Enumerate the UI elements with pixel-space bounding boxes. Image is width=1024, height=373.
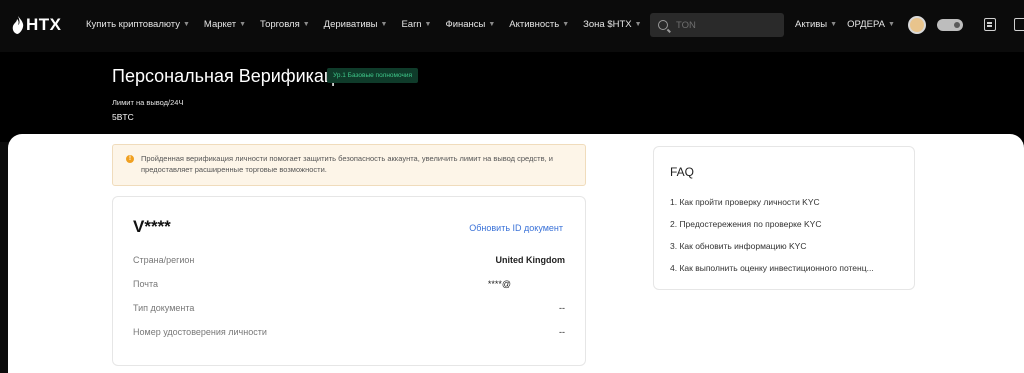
chevron-down-icon: ▼ <box>182 21 190 28</box>
download-icon[interactable] <box>1014 18 1024 31</box>
faq-panel: FAQ 1. Как пройти проверку личности KYC … <box>653 146 915 290</box>
menu-label: Зона $HTX <box>583 19 632 30</box>
row-value: ****@ <box>487 279 511 289</box>
verification-header: Персональная Верификация Ур.1 Базовые по… <box>0 52 1024 142</box>
menu-htx-zone[interactable]: Зона $HTX ▼ <box>583 19 641 30</box>
menu-label: ОРДЕРА <box>847 19 885 30</box>
main-content: ! Пройденная верификация личности помога… <box>8 134 1024 373</box>
row-value: -- <box>559 303 565 313</box>
menu-label: Активы <box>795 19 828 30</box>
verification-notice: ! Пройденная верификация личности помога… <box>112 144 586 186</box>
menu-label: Деривативы <box>323 19 378 30</box>
info-row-email: Почта ****@ <box>133 279 565 289</box>
menu-assets[interactable]: Активы ▼ <box>795 19 837 30</box>
chevron-down-icon: ▼ <box>488 21 496 28</box>
avatar[interactable] <box>908 16 926 34</box>
menu-label: Торговля <box>260 19 300 30</box>
faq-item[interactable]: 4. Как выполнить оценку инвестиционного … <box>670 263 906 273</box>
page-title: Персональная Верификация <box>112 66 355 86</box>
info-row-id-number: Номер удостоверения личности -- <box>133 327 565 337</box>
menu-label: Earn <box>401 19 422 30</box>
search-box[interactable] <box>650 13 784 37</box>
withdraw-limit-label: Лимит на вывод/24Ч <box>112 98 184 107</box>
menu-buy-crypto[interactable]: Купить криптовалюту ▼ <box>86 19 190 30</box>
htx-logo[interactable]: HTX <box>12 15 62 35</box>
chevron-down-icon: ▼ <box>380 21 388 28</box>
row-value: -- <box>559 327 565 337</box>
faq-item[interactable]: 3. Как обновить информацию KYC <box>670 241 906 251</box>
warning-icon: ! <box>126 155 134 163</box>
user-name: V**** <box>133 217 171 236</box>
info-row-country: Страна/регион United Kingdom <box>133 255 565 265</box>
row-label: Тип документа <box>133 303 195 313</box>
account-menu: Активы ▼ ОРДЕРА ▼ <box>795 19 905 30</box>
top-navigation: HTX Купить криптовалюту ▼ Маркет ▼ Торговл… <box>0 0 1024 52</box>
menu-label: Купить криптовалюту <box>86 19 180 30</box>
withdraw-limit-value: 5BTC <box>112 112 134 122</box>
chevron-down-icon: ▼ <box>887 21 895 28</box>
brand-name: HTX <box>26 15 62 34</box>
chevron-down-icon: ▼ <box>830 21 838 28</box>
search-input[interactable] <box>676 19 776 31</box>
row-label: Почта <box>133 279 158 289</box>
menu-market[interactable]: Маркет ▼ <box>204 19 246 30</box>
menu-finance[interactable]: Финансы ▼ <box>445 19 495 30</box>
menu-orders[interactable]: ОРДЕРА ▼ <box>847 19 895 30</box>
menu-derivatives[interactable]: Деривативы ▼ <box>324 19 388 30</box>
chevron-down-icon: ▼ <box>239 21 247 28</box>
chevron-down-icon: ▼ <box>634 21 642 28</box>
menu-earn[interactable]: Earn ▼ <box>401 19 431 30</box>
update-id-document-link[interactable]: Обновить ID документ <box>469 223 563 233</box>
chevron-down-icon: ▼ <box>302 21 310 28</box>
menu-activity[interactable]: Активность ▼ <box>509 19 569 30</box>
menu-trade[interactable]: Торговля ▼ <box>260 19 310 30</box>
flame-icon <box>12 16 24 34</box>
document-icon[interactable] <box>984 18 996 31</box>
chevron-down-icon: ▼ <box>562 21 570 28</box>
main-menu: Купить криптовалюту ▼ Маркет ▼ Торговля ▼ Д… <box>86 19 656 30</box>
faq-item[interactable]: 1. Как пройти проверку личности KYC <box>670 197 906 207</box>
chevron-down-icon: ▼ <box>424 21 432 28</box>
search-icon <box>658 20 668 30</box>
faq-title: FAQ <box>670 165 695 179</box>
row-value: United Kingdom <box>495 255 566 265</box>
menu-label: Маркет <box>203 19 237 30</box>
notifications-toggle-icon[interactable] <box>937 19 963 31</box>
menu-label: Финансы <box>445 19 486 30</box>
info-row-document-type: Тип документа -- <box>133 303 565 313</box>
row-label: Номер удостоверения личности <box>133 327 267 337</box>
row-label: Страна/регион <box>133 255 195 265</box>
notice-text: Пройденная верификация личности помогает… <box>141 154 553 174</box>
menu-label: Активность <box>509 19 560 30</box>
faq-item[interactable]: 2. Предостережения по проверке KYC <box>670 219 906 229</box>
level-badge: Ур.1 Базовые полномочия <box>327 68 419 83</box>
identity-card: V**** Обновить ID документ Страна/регион… <box>112 196 586 366</box>
